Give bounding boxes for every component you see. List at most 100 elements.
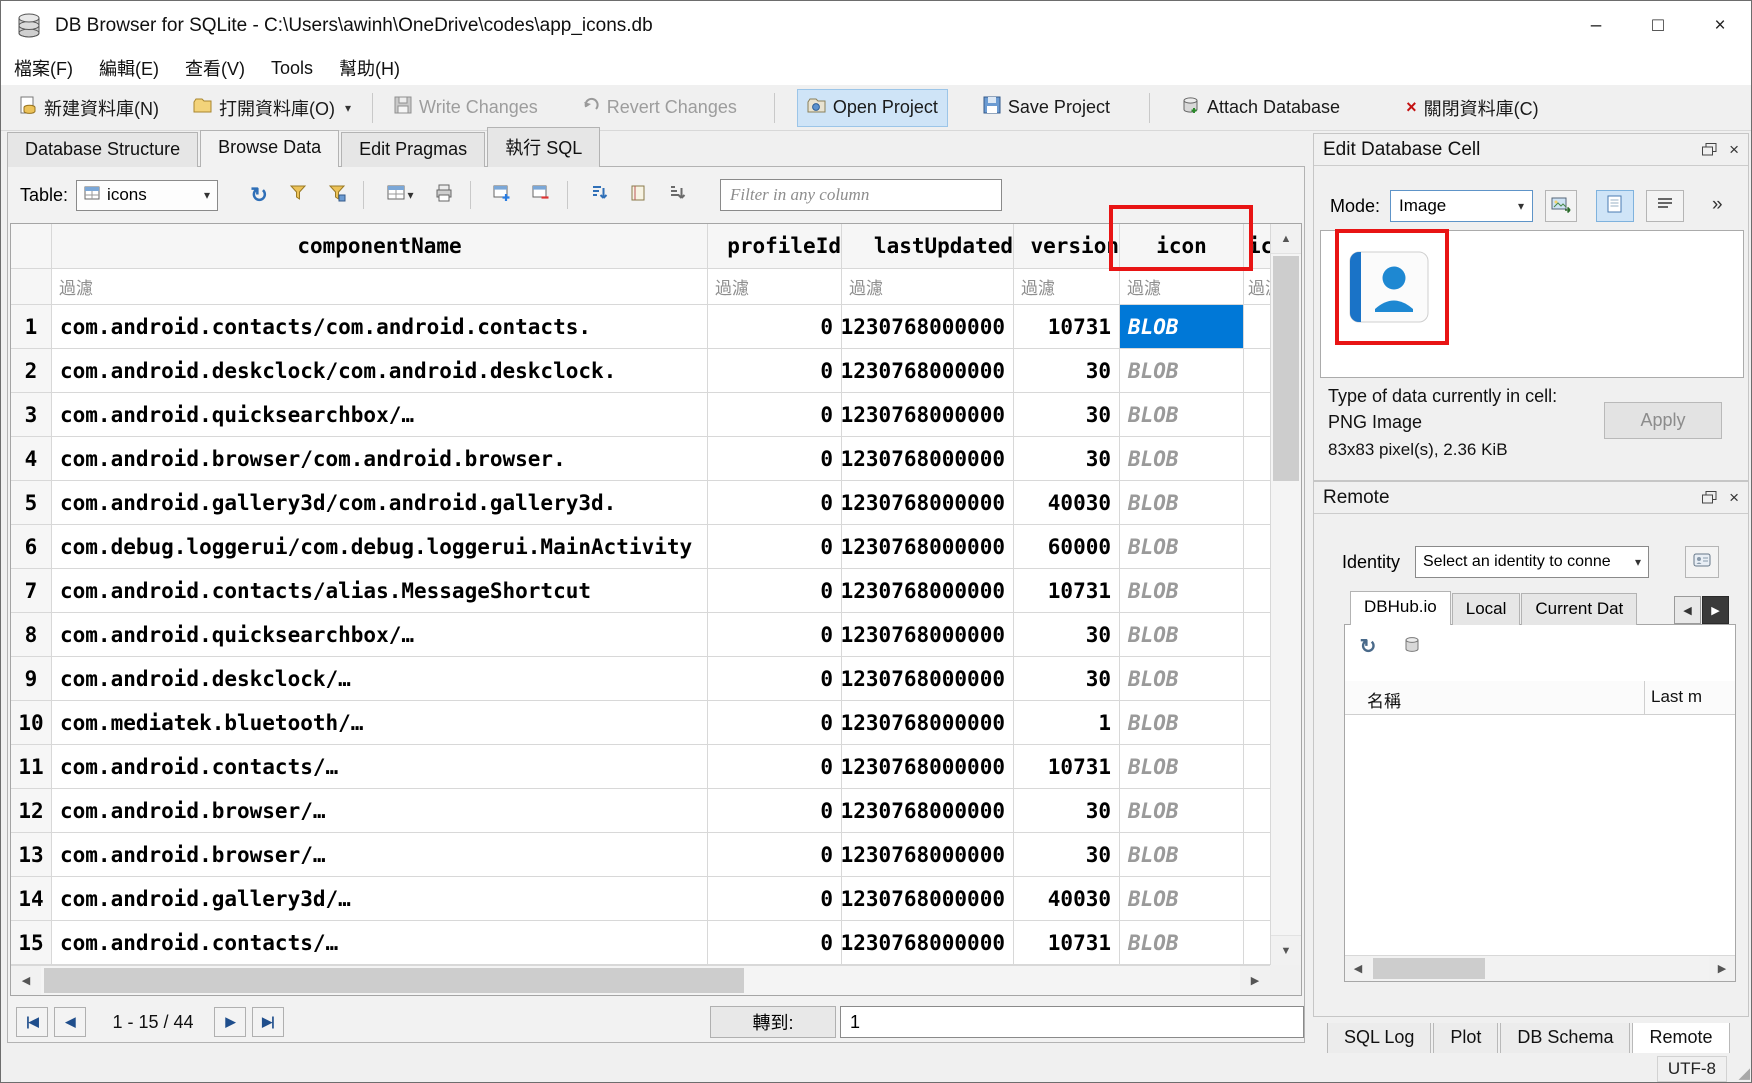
scroll-right-button[interactable]: ▶ [1240,966,1270,995]
tab-execute-sql[interactable]: 執行 SQL [487,127,600,167]
minimize-button[interactable]: – [1565,1,1627,51]
scroll-up-button[interactable]: ▲ [1271,224,1301,254]
icon-blob-cell[interactable]: BLOB [1120,613,1244,657]
profileid-cell[interactable]: 0 [708,525,842,569]
next-record-button[interactable]: ▶ [214,1007,246,1037]
table-row[interactable]: 7 com.android.contacts/alias.MessageShor… [11,569,1301,613]
icon-blob-cell[interactable]: BLOB [1120,877,1244,921]
vertical-scrollbar-thumb[interactable] [1273,256,1299,481]
version-cell[interactable]: 60000 [1014,525,1120,569]
tab-plot[interactable]: Plot [1433,1023,1498,1054]
tab-edit-pragmas[interactable]: Edit Pragmas [341,132,485,167]
horizontal-scrollbar[interactable]: ◀ ▶ [11,965,1270,995]
profileid-cell[interactable]: 0 [708,349,842,393]
profileid-cell[interactable]: 0 [708,393,842,437]
lastupdated-cell[interactable]: 1230768000000 [842,305,1014,349]
table-row[interactable]: 8 com.android.quicksearchbox/… 0 1230768… [11,613,1301,657]
table-format-button[interactable]: ▾ [378,179,422,211]
lastupdated-cell[interactable]: 1230768000000 [842,613,1014,657]
tab-browse-data[interactable]: Browse Data [200,130,339,167]
filter-input-lastupdated[interactable]: 過濾 [842,269,1014,305]
new-database-button[interactable]: 新建資料庫(N) [9,88,168,128]
remote-horizontal-scrollbar[interactable]: ◀ ▶ [1345,955,1735,981]
horizontal-scrollbar-thumb[interactable] [44,968,744,993]
apply-button[interactable]: Apply [1604,402,1722,439]
menu-view[interactable]: 查看(V) [172,51,258,85]
clipped-cell[interactable] [1244,833,1270,877]
save-project-button[interactable]: Save Project [974,89,1119,126]
icon-blob-cell[interactable]: BLOB [1120,305,1244,349]
componentname-cell[interactable]: com.android.contacts/… [52,921,708,965]
tab-database-structure[interactable]: Database Structure [7,132,198,167]
delete-record-button[interactable] [524,179,558,211]
componentname-cell[interactable]: com.android.browser/com.android.browser. [52,437,708,481]
table-row[interactable]: 2 com.android.deskclock/com.android.desk… [11,349,1301,393]
goto-button[interactable]: 轉到: [710,1006,836,1038]
mode-select[interactable]: Image ▾ [1390,190,1533,222]
open-project-button[interactable]: Open Project [797,89,948,127]
lastupdated-cell[interactable]: 1230768000000 [842,481,1014,525]
icon-blob-cell[interactable]: BLOB [1120,437,1244,481]
clipped-cell[interactable] [1244,789,1270,833]
clipped-cell[interactable] [1244,525,1270,569]
tab-scroll-left-button[interactable]: ◀ [1674,596,1701,624]
menu-help[interactable]: 幫助(H) [326,51,413,85]
sort-asc-button[interactable] [582,179,616,211]
column-header-icon[interactable]: icon [1120,224,1244,269]
row-number-cell[interactable]: 10 [11,701,52,745]
profileid-cell[interactable]: 0 [708,745,842,789]
float-panel-button[interactable] [1702,491,1717,504]
componentname-cell[interactable]: com.android.gallery3d/com.android.galler… [52,481,708,525]
table-row[interactable]: 3 com.android.quicksearchbox/… 0 1230768… [11,393,1301,437]
column-header-version[interactable]: version [1014,224,1120,269]
image-view-button[interactable] [1596,190,1634,222]
filter-input-version[interactable]: 過濾 [1014,269,1120,305]
close-panel-button[interactable]: × [1729,140,1739,160]
row-number-cell[interactable]: 6 [11,525,52,569]
row-number-cell[interactable]: 5 [11,481,52,525]
attach-database-button[interactable]: Attach Database [1172,89,1349,127]
save-filter-button[interactable] [320,179,354,211]
lastupdated-cell[interactable]: 1230768000000 [842,833,1014,877]
refresh-button[interactable]: ↻ [242,179,276,211]
insert-record-button[interactable] [485,179,519,211]
componentname-cell[interactable]: com.android.contacts/com.android.contact… [52,305,708,349]
last-record-button[interactable]: ▶| [252,1007,284,1037]
upload-database-button[interactable] [1397,631,1427,661]
icon-blob-cell[interactable]: BLOB [1120,921,1244,965]
scroll-left-button[interactable]: ◀ [11,966,41,995]
lastupdated-cell[interactable]: 1230768000000 [842,921,1014,965]
close-panel-button[interactable]: × [1729,488,1739,508]
componentname-cell[interactable]: com.android.quicksearchbox/… [52,393,708,437]
componentname-cell[interactable]: com.android.deskclock/… [52,657,708,701]
lastupdated-cell[interactable]: 1230768000000 [842,349,1014,393]
profileid-cell[interactable]: 0 [708,481,842,525]
lastupdated-cell[interactable]: 1230768000000 [842,437,1014,481]
componentname-cell[interactable]: com.android.deskclock/com.android.deskcl… [52,349,708,393]
encoding-selector[interactable]: UTF-8 [1657,1056,1727,1082]
clipped-cell[interactable] [1244,613,1270,657]
clipped-cell[interactable] [1244,393,1270,437]
lastupdated-cell[interactable]: 1230768000000 [842,745,1014,789]
version-cell[interactable]: 30 [1014,437,1120,481]
componentname-cell[interactable]: com.android.gallery3d/… [52,877,708,921]
row-number-cell[interactable]: 9 [11,657,52,701]
version-cell[interactable]: 30 [1014,789,1120,833]
corner-header-cell[interactable] [11,224,52,269]
icon-blob-cell[interactable]: BLOB [1120,481,1244,525]
lastupdated-cell[interactable]: 1230768000000 [842,657,1014,701]
version-cell[interactable]: 10731 [1014,305,1120,349]
tab-scroll-right-button[interactable]: ▶ [1702,596,1729,624]
previous-record-button[interactable]: ◀ [54,1007,86,1037]
row-number-cell[interactable]: 13 [11,833,52,877]
icon-blob-cell[interactable]: BLOB [1120,833,1244,877]
version-cell[interactable]: 10731 [1014,921,1120,965]
column-header-lastupdated[interactable]: lastUpdated [842,224,1014,269]
table-row[interactable]: 4 com.android.browser/com.android.browse… [11,437,1301,481]
filter-input-profileid[interactable]: 過濾 [708,269,842,305]
icon-blob-cell[interactable]: BLOB [1120,349,1244,393]
table-row[interactable]: 15 com.android.contacts/… 0 123076800000… [11,921,1301,965]
clipped-cell[interactable] [1244,569,1270,613]
last-modified-column-header[interactable]: Last m [1651,687,1733,707]
scroll-right-button[interactable]: ▶ [1709,956,1735,981]
